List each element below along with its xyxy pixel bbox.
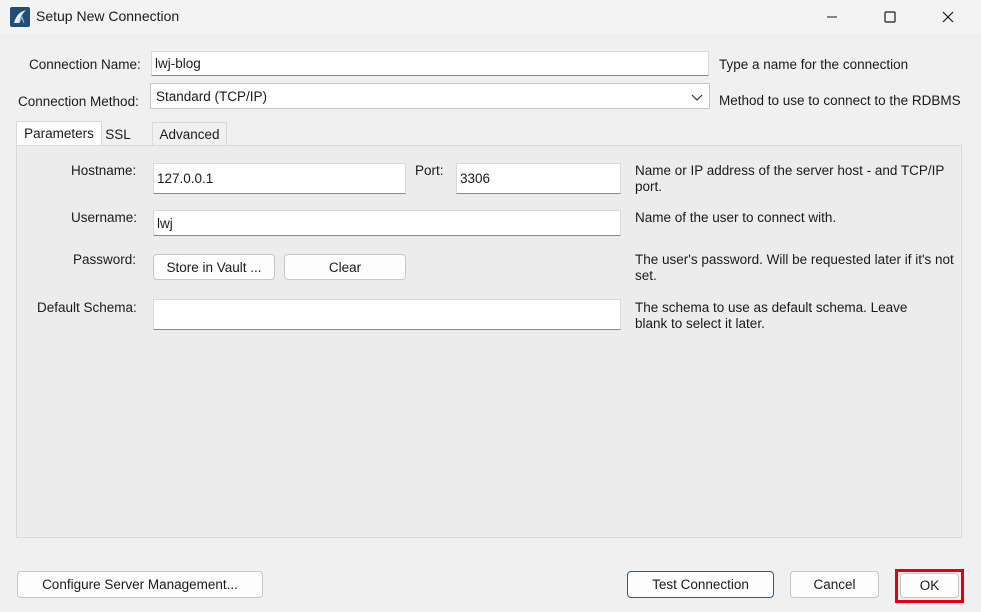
- parameters-panel-body: [18, 146, 960, 536]
- username-help: Name of the user to connect with.: [635, 210, 837, 225]
- port-input[interactable]: 3306: [456, 163, 621, 194]
- connection-name-input[interactable]: lwj-blog: [151, 51, 709, 76]
- hostname-value: 127.0.0.1: [157, 171, 214, 186]
- default-schema-input[interactable]: [153, 299, 621, 330]
- username-value: lwj: [157, 215, 173, 231]
- connection-method-value: Standard (TCP/IP): [156, 88, 268, 104]
- mysql-workbench-icon: [10, 7, 30, 27]
- hostname-label: Hostname:: [71, 163, 137, 178]
- test-connection-button[interactable]: Test Connection: [627, 571, 774, 598]
- port-value: 3306: [460, 171, 491, 186]
- tab-parameters[interactable]: Parameters: [16, 121, 102, 145]
- password-label: Password:: [73, 252, 137, 267]
- connection-method-help: Method to use to connect to the RDBMS: [719, 93, 961, 108]
- username-input[interactable]: lwj: [153, 210, 621, 236]
- cancel-button[interactable]: Cancel: [790, 571, 879, 598]
- ok-button[interactable]: OK: [900, 573, 959, 598]
- maximize-icon[interactable]: [867, 0, 913, 34]
- tab-ssl-label: SSL: [105, 126, 131, 142]
- tab-advanced[interactable]: Advanced: [152, 122, 227, 146]
- store-in-vault-button[interactable]: Store in Vault ...: [153, 254, 275, 280]
- connection-name-label: Connection Name:: [29, 57, 141, 72]
- hostname-help: Name or IP address of the server host - …: [635, 163, 945, 194]
- port-label: Port:: [415, 163, 444, 178]
- chevron-down-icon: [691, 91, 703, 106]
- connection-method-select[interactable]: Standard (TCP/IP): [150, 83, 710, 109]
- hostname-input[interactable]: 127.0.0.1: [153, 163, 406, 194]
- configure-server-management-button[interactable]: Configure Server Management...: [17, 571, 263, 598]
- tab-parameters-label: Parameters: [24, 126, 94, 141]
- default-schema-label: Default Schema:: [37, 300, 137, 315]
- default-schema-help: The schema to use as default schema. Lea…: [635, 300, 908, 331]
- minimize-icon[interactable]: [809, 0, 855, 34]
- tab-ssl[interactable]: SSL: [102, 122, 152, 146]
- connection-name-value: lwj-blog: [155, 56, 201, 71]
- password-help: The user's password. Will be requested l…: [635, 252, 954, 283]
- connection-method-label: Connection Method:: [18, 94, 139, 109]
- close-icon[interactable]: [925, 0, 971, 34]
- tab-advanced-label: Advanced: [159, 127, 220, 142]
- username-label: Username:: [71, 210, 138, 225]
- window-title: Setup New Connection: [36, 8, 180, 24]
- connection-name-help: Type a name for the connection: [719, 57, 909, 72]
- clear-password-button[interactable]: Clear: [284, 254, 406, 280]
